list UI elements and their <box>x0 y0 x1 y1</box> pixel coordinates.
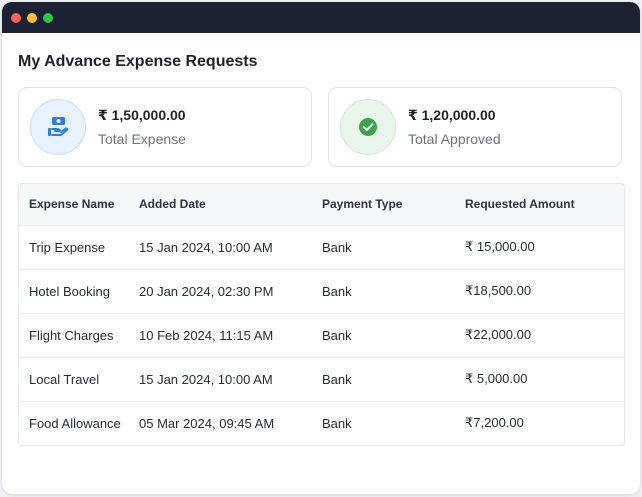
table-row[interactable]: Hotel Booking 20 Jan 2024, 02:30 PM Bank… <box>19 269 624 313</box>
column-header-payment-type[interactable]: Payment Type <box>312 184 455 225</box>
table-header-row: Expense Name Added Date Payment Type Req… <box>19 184 624 225</box>
table-row[interactable]: Local Travel 15 Jan 2024, 10:00 AM Bank … <box>19 357 624 401</box>
column-header-added-date[interactable]: Added Date <box>129 184 312 225</box>
payment-type-cell: Bank <box>322 371 352 387</box>
requested-amount-cell: ₹ 5,000.00 <box>465 371 528 386</box>
expense-name-cell: Trip Expense <box>29 239 106 255</box>
expense-name-cell: Food Allowance <box>29 415 121 431</box>
total-expense-card: ₹ 1,50,000.00 Total Expense <box>18 87 312 167</box>
maximize-window-button[interactable] <box>43 12 53 23</box>
total-expense-label: Total Expense <box>98 131 186 147</box>
total-approved-amount: ₹ 1,20,000.00 <box>408 107 496 123</box>
requested-amount-cell: ₹18,500.00 <box>465 283 532 298</box>
total-approved-card: ₹ 1,20,000.00 Total Approved <box>328 87 622 167</box>
column-header-requested-amount[interactable]: Requested Amount <box>455 184 624 225</box>
added-date-cell: 15 Jan 2024, 10:00 AM <box>139 371 273 387</box>
requested-amount-cell: ₹ 15,000.00 <box>465 239 535 254</box>
payment-type-cell: Bank <box>322 415 352 431</box>
added-date-cell: 20 Jan 2024, 02:30 PM <box>139 283 274 299</box>
app-window: My Advance Expense Requests ₹ 1,50,000.0… <box>2 2 640 494</box>
requested-amount-cell: ₹7,200.00 <box>465 415 524 431</box>
expense-name-cell: Hotel Booking <box>29 283 110 299</box>
expense-requests-table: Expense Name Added Date Payment Type Req… <box>18 183 625 446</box>
title-bar <box>2 2 640 33</box>
close-window-button[interactable] <box>11 12 21 23</box>
added-date-cell: 10 Feb 2024, 11:15 AM <box>139 327 274 343</box>
payment-type-cell: Bank <box>322 283 352 299</box>
minimize-window-button[interactable] <box>27 12 37 23</box>
added-date-cell: 05 Mar 2024, 09:45 AM <box>139 415 275 431</box>
expense-name-cell: Flight Charges <box>29 327 114 343</box>
total-approved-label: Total Approved <box>408 131 501 147</box>
payment-type-cell: Bank <box>322 327 352 343</box>
column-header-expense-name[interactable]: Expense Name <box>19 184 129 225</box>
main-content: My Advance Expense Requests ₹ 1,50,000.0… <box>7 33 635 489</box>
total-expense-amount: ₹ 1,50,000.00 <box>98 107 186 123</box>
added-date-cell: 15 Jan 2024, 10:00 AM <box>139 239 273 255</box>
page-title: My Advance Expense Requests <box>18 53 258 70</box>
table-row[interactable]: Food Allowance 05 Mar 2024, 09:45 AM Ban… <box>19 401 624 445</box>
check-circle-icon <box>340 99 396 155</box>
requested-amount-cell: ₹22,000.00 <box>465 327 532 342</box>
expense-name-cell: Local Travel <box>29 371 100 387</box>
table-row[interactable]: Trip Expense 15 Jan 2024, 10:00 AM Bank … <box>19 225 624 269</box>
payment-type-cell: Bank <box>322 239 352 255</box>
money-hand-icon <box>30 99 86 155</box>
table-row[interactable]: Flight Charges 10 Feb 2024, 11:15 AM Ban… <box>19 313 624 357</box>
